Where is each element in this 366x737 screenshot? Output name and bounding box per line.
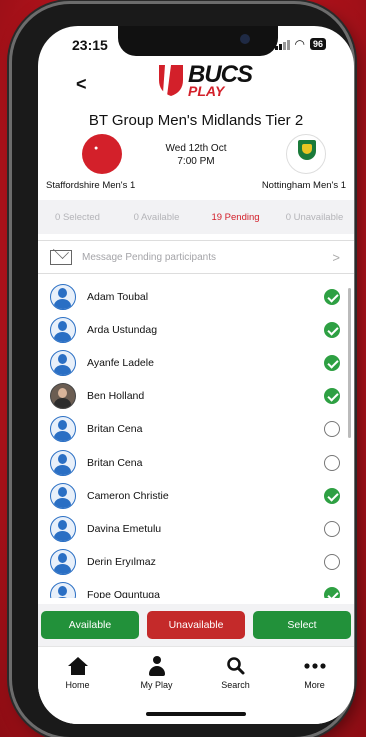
participant-name: Fope Oguntuga bbox=[87, 589, 160, 598]
notch bbox=[118, 26, 278, 56]
back-button[interactable]: < bbox=[76, 74, 87, 95]
check-empty-icon[interactable] bbox=[324, 421, 340, 438]
status-time: 23:15 bbox=[72, 37, 108, 53]
participant-name: Ben Holland bbox=[87, 390, 145, 403]
camera bbox=[240, 34, 250, 44]
participant-name: Davina Emetulu bbox=[87, 522, 162, 535]
avatar-placeholder-icon bbox=[50, 316, 76, 343]
fixture-title: BT Group Men's Midlands Tier 2 bbox=[88, 112, 304, 129]
action-bar: Available Unavailable Select bbox=[38, 604, 354, 646]
home-indicator bbox=[146, 712, 246, 716]
home-icon bbox=[67, 657, 88, 675]
app-header: < BUCS PLAY bbox=[38, 62, 354, 112]
participant-row[interactable]: Britan Cena bbox=[38, 413, 354, 446]
participant-row[interactable]: Britan Cena bbox=[38, 446, 354, 479]
participant-row[interactable]: Davina Emetulu bbox=[38, 512, 354, 545]
filter-unavailable[interactable]: 0 Unavailable bbox=[275, 212, 354, 223]
filter-selected[interactable]: 0 Selected bbox=[38, 212, 117, 223]
participant-row[interactable]: Adam Toubal bbox=[38, 280, 354, 313]
envelope-icon bbox=[50, 249, 72, 265]
avatar-placeholder-icon bbox=[50, 515, 76, 542]
status-icons: ◠ 96 bbox=[274, 37, 326, 51]
select-button[interactable]: Select bbox=[253, 611, 351, 639]
filter-pending[interactable]: 19 Pending bbox=[196, 212, 275, 223]
battery-icon: 96 bbox=[309, 38, 326, 50]
avatar-placeholder-icon bbox=[50, 549, 76, 576]
avatar-placeholder-icon bbox=[50, 349, 76, 376]
more-icon bbox=[303, 663, 326, 669]
participant-row[interactable]: Ben Holland bbox=[38, 380, 354, 413]
participant-name: Derin Eryılmaz bbox=[87, 556, 156, 569]
bucs-play-logo: BUCS PLAY bbox=[156, 62, 253, 98]
participant-row[interactable]: Derin Eryılmaz bbox=[38, 546, 354, 579]
participant-name: Arda Ustundag bbox=[87, 323, 158, 336]
participant-list: Adam Toubal Arda Ustundag Ayanfe Ladele Ben… bbox=[38, 280, 354, 598]
wifi-icon: ◠ bbox=[294, 37, 305, 51]
filter-tabs: 0 Selected 0 Available 19 Pending 0 Unav… bbox=[38, 200, 354, 234]
avatar-placeholder-icon bbox=[50, 283, 76, 310]
avatar-placeholder-icon bbox=[50, 416, 76, 443]
filter-available[interactable]: 0 Available bbox=[117, 212, 196, 223]
avatar bbox=[50, 383, 76, 410]
check-selected-icon[interactable] bbox=[324, 354, 340, 371]
participant-name: Britan Cena bbox=[87, 423, 143, 436]
avatar-placeholder-icon bbox=[50, 482, 76, 509]
participant-row[interactable]: Cameron Christie bbox=[38, 479, 354, 512]
phone-frame: 23:15 ◠ 96 < BUCS PLAY BT Group Men's Mi… bbox=[12, 4, 354, 737]
search-icon bbox=[226, 657, 244, 675]
participant-name: Britan Cena bbox=[87, 456, 143, 469]
check-selected-icon[interactable] bbox=[324, 288, 340, 305]
avatar-placeholder-icon bbox=[50, 582, 76, 598]
participant-row[interactable]: Fope Oguntuga bbox=[38, 579, 354, 598]
participant-name: Cameron Christie bbox=[87, 489, 169, 502]
list-scrollbar[interactable] bbox=[348, 288, 351, 438]
chevron-right-icon: > bbox=[332, 249, 340, 265]
tab-home[interactable]: Home bbox=[38, 647, 117, 724]
away-team-badge bbox=[286, 134, 326, 174]
participant-name: Ayanfe Ladele bbox=[87, 356, 154, 369]
app-screen: 23:15 ◠ 96 < BUCS PLAY BT Group Men's Mi… bbox=[38, 26, 354, 724]
signal-icon bbox=[274, 39, 290, 50]
check-selected-icon[interactable] bbox=[324, 388, 340, 405]
check-selected-icon[interactable] bbox=[324, 321, 340, 338]
check-empty-icon[interactable] bbox=[324, 554, 340, 571]
unavailable-button[interactable]: Unavailable bbox=[147, 611, 245, 639]
shield-icon bbox=[159, 65, 183, 96]
away-team-name: Nottingham Men's 1 bbox=[261, 180, 346, 191]
participant-row[interactable]: Ayanfe Ladele bbox=[38, 346, 354, 379]
available-button[interactable]: Available bbox=[41, 611, 139, 639]
message-placeholder: Message Pending participants bbox=[82, 251, 216, 263]
home-team-name: Staffordshire Men's 1 bbox=[46, 180, 136, 191]
check-empty-icon[interactable] bbox=[324, 520, 340, 537]
check-empty-icon[interactable] bbox=[324, 454, 340, 471]
check-selected-icon[interactable] bbox=[324, 487, 340, 504]
user-icon bbox=[148, 656, 166, 676]
participant-row[interactable]: Arda Ustundag bbox=[38, 313, 354, 346]
message-participants-bar[interactable]: Message Pending participants > bbox=[38, 240, 354, 274]
avatar-placeholder-icon bbox=[50, 449, 76, 476]
check-selected-icon[interactable] bbox=[324, 587, 340, 598]
participant-name: Adam Toubal bbox=[87, 290, 149, 303]
tab-more[interactable]: More bbox=[275, 647, 354, 724]
